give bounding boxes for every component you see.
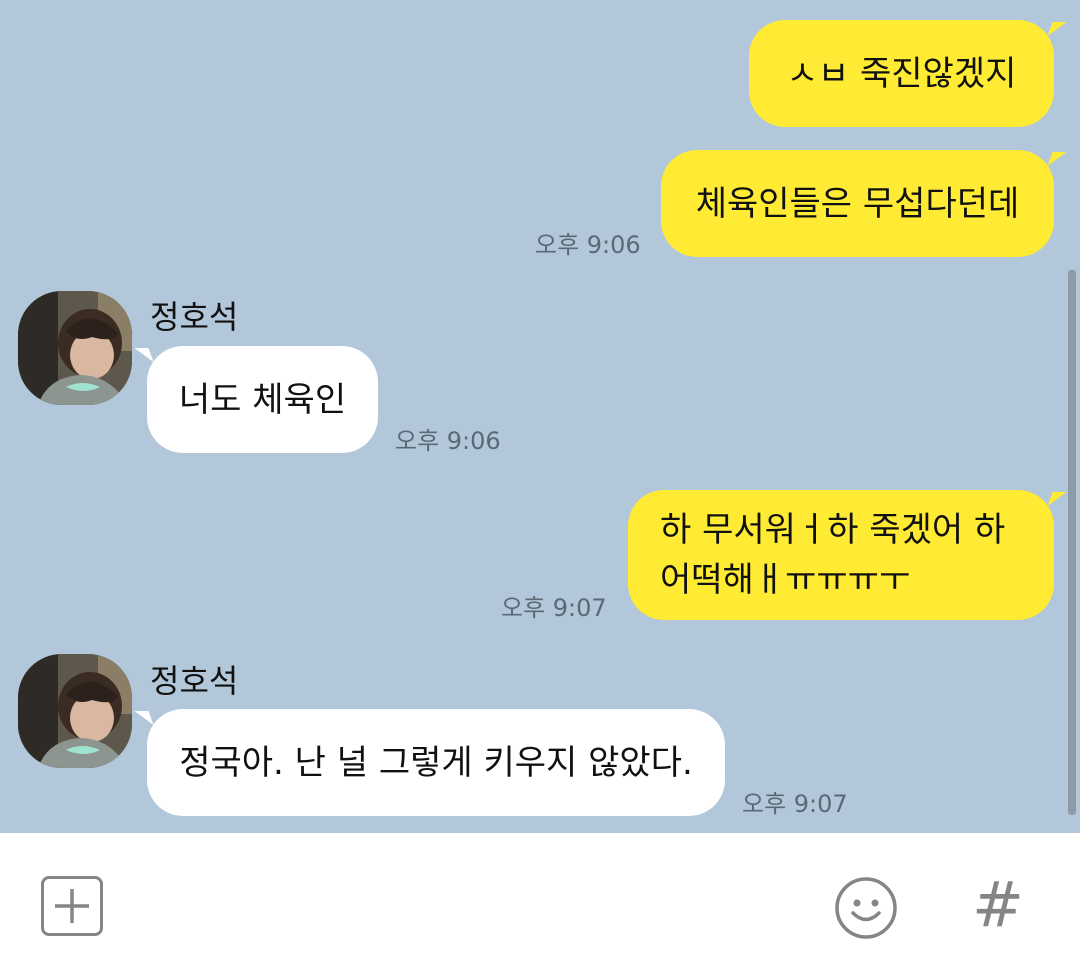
message-text-line-1: 하 무서워ㅓ하 죽겠어 하 bbox=[660, 510, 1006, 550]
message-text: ㅅㅂ 죽진않겠지 bbox=[786, 53, 1017, 94]
message-timestamp: 오후 9:07 bbox=[742, 790, 848, 818]
avatar[interactable] bbox=[18, 291, 132, 405]
input-bar bbox=[0, 833, 1080, 977]
message-text: 체육인들은 무섭다던데 bbox=[695, 183, 1020, 224]
plus-icon bbox=[55, 889, 89, 923]
message-text: 너도 체육인 bbox=[178, 379, 347, 420]
profile-photo bbox=[18, 654, 132, 768]
message-timestamp: 오후 9:06 bbox=[395, 427, 501, 455]
scrollbar[interactable] bbox=[1068, 270, 1076, 815]
my-message-bubble[interactable]: 체육인들은 무섭다던데 bbox=[661, 150, 1054, 257]
message-text-line-2: 어떡해ㅐㅠㅠㅠㅜ bbox=[660, 560, 911, 600]
my-message-bubble[interactable]: 하 무서워ㅓ하 죽겠어 하 어떡해ㅐㅠㅠㅠㅜ bbox=[628, 490, 1054, 620]
avatar[interactable] bbox=[18, 654, 132, 768]
sender-name: 정호석 bbox=[150, 298, 239, 336]
chat-area[interactable]: ㅅㅂ 죽진않겠지 체육인들은 무섭다던데 오후 9:06 정호석 너도 체육인 … bbox=[0, 0, 1080, 833]
other-message-bubble[interactable]: 너도 체육인 bbox=[147, 346, 378, 453]
message-text: 정국아. 난 널 그렇게 키우지 않았다. bbox=[179, 742, 693, 783]
message-timestamp: 오후 9:07 bbox=[501, 594, 607, 622]
hashtag-button[interactable]: # bbox=[972, 870, 1024, 940]
my-message-bubble[interactable]: ㅅㅂ 죽진않겠지 bbox=[749, 20, 1054, 127]
sender-name: 정호석 bbox=[150, 662, 239, 700]
smiley-icon bbox=[835, 877, 897, 939]
profile-photo bbox=[18, 291, 132, 405]
other-message-bubble[interactable]: 정국아. 난 널 그렇게 키우지 않았다. bbox=[147, 709, 725, 816]
plus-button[interactable] bbox=[41, 876, 103, 936]
emoji-button[interactable] bbox=[834, 876, 898, 940]
message-timestamp: 오후 9:06 bbox=[535, 231, 641, 259]
